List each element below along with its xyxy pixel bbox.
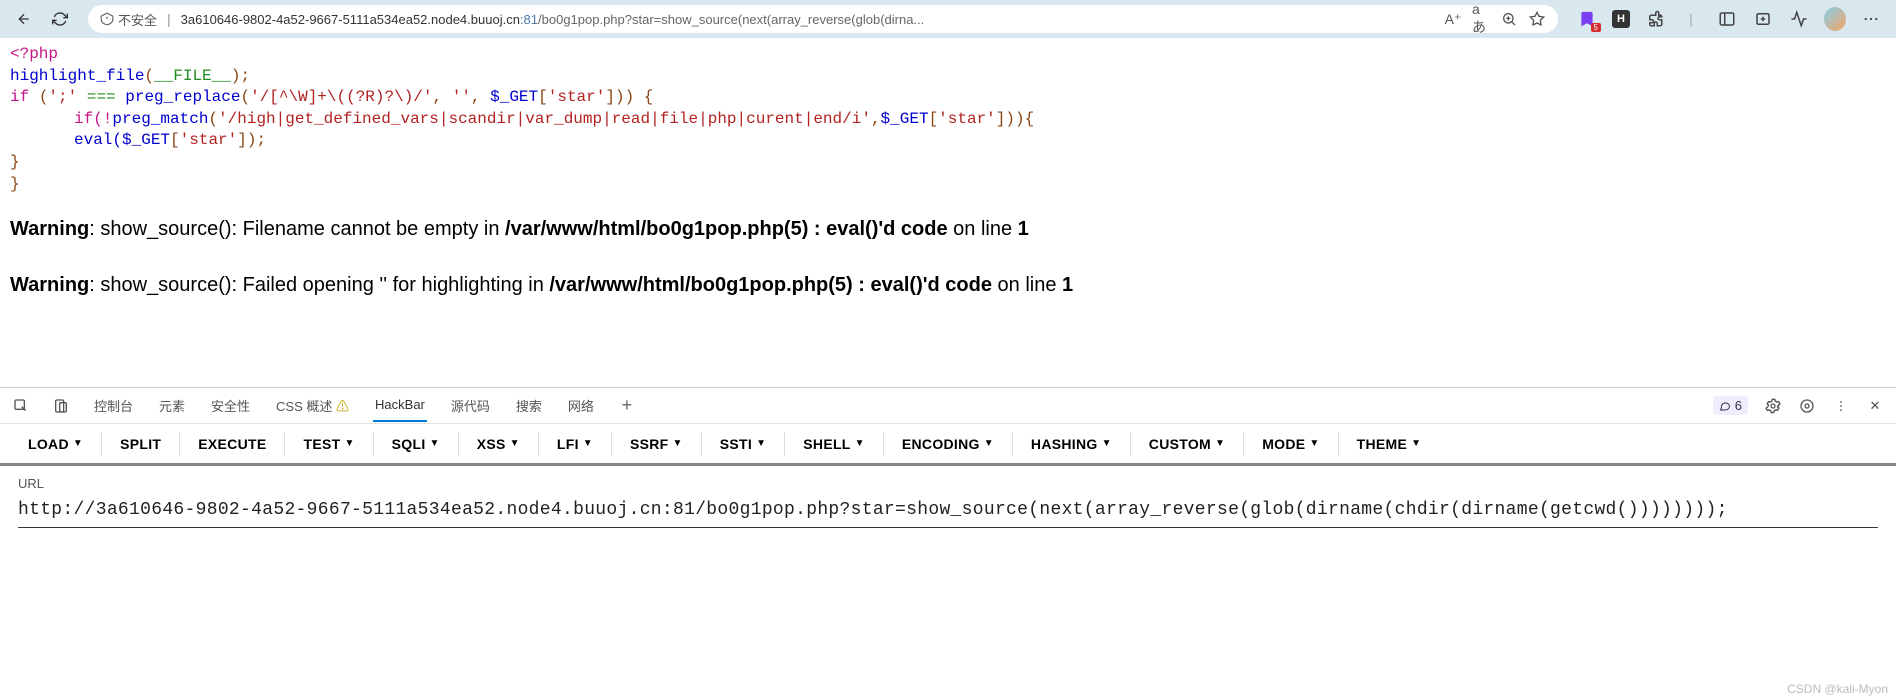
favorite-icon[interactable]	[1528, 10, 1546, 28]
chevron-down-icon: ▼	[1309, 438, 1319, 449]
devtools-tab-CSS-概述-⚠[interactable]: CSS 概述 ⚠	[274, 388, 351, 423]
translate-icon[interactable]: aあ	[1472, 10, 1490, 28]
hackbar-test[interactable]: TEST▼	[293, 430, 364, 458]
devtools-tab-搜索[interactable]: 搜索	[514, 388, 544, 423]
separator	[1012, 432, 1013, 456]
code-line-1: <?php	[10, 44, 1886, 66]
hackbar-custom[interactable]: CUSTOM▼	[1139, 430, 1235, 458]
refresh-button[interactable]	[46, 5, 74, 33]
separator	[458, 432, 459, 456]
separator	[611, 432, 612, 456]
url-display: 3a610646-9802-4a52-9667-5111a534ea52.nod…	[181, 12, 1434, 27]
separator	[101, 432, 102, 456]
hackbar-split[interactable]: SPLIT	[110, 430, 171, 458]
separator: |	[167, 11, 171, 27]
devtools-more-icon[interactable]	[1832, 397, 1850, 415]
chevron-down-icon: ▼	[855, 438, 865, 449]
separator	[883, 432, 884, 456]
warning-1: Warning: show_source(): Filename cannot …	[10, 213, 1886, 245]
hackbar-theme[interactable]: THEME▼	[1347, 430, 1432, 458]
hackbar-xss[interactable]: XSS▼	[467, 430, 530, 458]
separator	[1338, 432, 1339, 456]
hackbar-encoding[interactable]: ENCODING▼	[892, 430, 1004, 458]
chevron-down-icon: ▼	[1215, 438, 1225, 449]
url-label: URL	[18, 476, 1878, 491]
code-line-6: }	[10, 152, 1886, 174]
devtools-close-icon[interactable]: ✕	[1866, 397, 1884, 415]
extensions-icon[interactable]	[1644, 8, 1666, 30]
devtools-tab-网络[interactable]: 网络	[566, 388, 596, 423]
add-tab-icon[interactable]: +	[618, 397, 636, 415]
code-line-5: eval($_GET['star']);	[10, 130, 1886, 152]
separator	[284, 432, 285, 456]
more-icon[interactable]	[1860, 8, 1882, 30]
hackbar-hashing[interactable]: HASHING▼	[1021, 430, 1122, 458]
separator	[784, 432, 785, 456]
chevron-down-icon: ▼	[1411, 438, 1421, 449]
chevron-down-icon: ▼	[344, 438, 354, 449]
code-line-4: if(!preg_match('/high|get_defined_vars|s…	[10, 109, 1886, 131]
performance-icon[interactable]	[1788, 8, 1810, 30]
address-bar[interactable]: 不安全 | 3a610646-9802-4a52-9667-5111a534ea…	[88, 5, 1558, 33]
hackbar-mode[interactable]: MODE▼	[1252, 430, 1329, 458]
url-field: URL http://3a610646-9802-4a52-9667-5111a…	[0, 466, 1896, 538]
h-extension-icon[interactable]: H	[1612, 10, 1630, 28]
devtools-settings-icon[interactable]	[1798, 397, 1816, 415]
devtools-tab-源代码[interactable]: 源代码	[449, 388, 492, 423]
devtools-tab-元素[interactable]: 元素	[157, 388, 187, 423]
chevron-down-icon: ▼	[984, 438, 994, 449]
sidebar-icon[interactable]	[1716, 8, 1738, 30]
separator	[1243, 432, 1244, 456]
hackbar-load[interactable]: LOAD▼	[18, 430, 93, 458]
separator	[701, 432, 702, 456]
code-line-3: if (';' === preg_replace('/[^\W]+\((?R)?…	[10, 87, 1886, 109]
device-icon[interactable]	[52, 397, 70, 415]
devtools-tab-HackBar[interactable]: HackBar	[373, 389, 427, 422]
security-label: 不安全	[118, 10, 157, 29]
profile-avatar[interactable]	[1824, 8, 1846, 30]
hackbar-ssrf[interactable]: SSRF▼	[620, 430, 693, 458]
back-button[interactable]	[10, 5, 38, 33]
settings-icon[interactable]	[1764, 397, 1782, 415]
hackbar-execute[interactable]: EXECUTE	[188, 430, 276, 458]
devtools-tab-控制台[interactable]: 控制台	[92, 388, 135, 423]
browser-toolbar: 不安全 | 3a610646-9802-4a52-9667-5111a534ea…	[0, 0, 1896, 38]
hackbar-lfi[interactable]: LFI▼	[547, 430, 603, 458]
chevron-down-icon: ▼	[1102, 438, 1112, 449]
url-input[interactable]: http://3a610646-9802-4a52-9667-5111a534e…	[18, 497, 1878, 528]
chevron-down-icon: ▼	[583, 438, 593, 449]
separator	[179, 432, 180, 456]
chevron-down-icon: ▼	[756, 438, 766, 449]
bookmark-icon[interactable]: 5	[1576, 8, 1598, 30]
collections-icon[interactable]	[1752, 8, 1774, 30]
devtools-panel: 控制台元素安全性 CSS 概述 ⚠ HackBar 源代码搜索网络 + 6 ✕ LOA…	[0, 387, 1896, 538]
separator	[1130, 432, 1131, 456]
code-line-7: }	[10, 174, 1886, 196]
hackbar-sqli[interactable]: SQLI▼	[382, 430, 450, 458]
page-content: <?php highlight_file(__FILE__); if (';' …	[0, 38, 1896, 307]
feedback-count[interactable]: 6	[1713, 396, 1748, 415]
chevron-down-icon: ▼	[510, 438, 520, 449]
devtools-tabs: 控制台元素安全性 CSS 概述 ⚠ HackBar 源代码搜索网络 + 6 ✕	[0, 388, 1896, 424]
inspect-icon[interactable]	[12, 397, 30, 415]
separator	[538, 432, 539, 456]
chevron-down-icon: ▼	[73, 438, 83, 449]
watermark: CSDN @kali-Myon	[1787, 682, 1888, 696]
chevron-down-icon: ▼	[673, 438, 683, 449]
divider: |	[1680, 8, 1702, 30]
zoom-icon[interactable]	[1500, 10, 1518, 28]
separator	[373, 432, 374, 456]
hackbar-toolbar: LOAD▼ SPLIT EXECUTE TEST▼ SQLI▼ XSS▼ LFI▼ SSRF▼…	[0, 424, 1896, 466]
hackbar-shell[interactable]: SHELL▼	[793, 430, 875, 458]
security-indicator[interactable]: 不安全	[100, 10, 157, 29]
code-line-2: highlight_file(__FILE__);	[10, 66, 1886, 88]
reader-icon[interactable]: A⁺	[1444, 10, 1462, 28]
bookmark-badge: 5	[1591, 23, 1601, 32]
warning-2: Warning: show_source(): Failed opening '…	[10, 269, 1886, 301]
hackbar-ssti[interactable]: SSTI▼	[710, 430, 777, 458]
devtools-tab-安全性[interactable]: 安全性	[209, 388, 252, 423]
chevron-down-icon: ▼	[430, 438, 440, 449]
toolbar-icons: 5 H |	[1572, 8, 1886, 30]
